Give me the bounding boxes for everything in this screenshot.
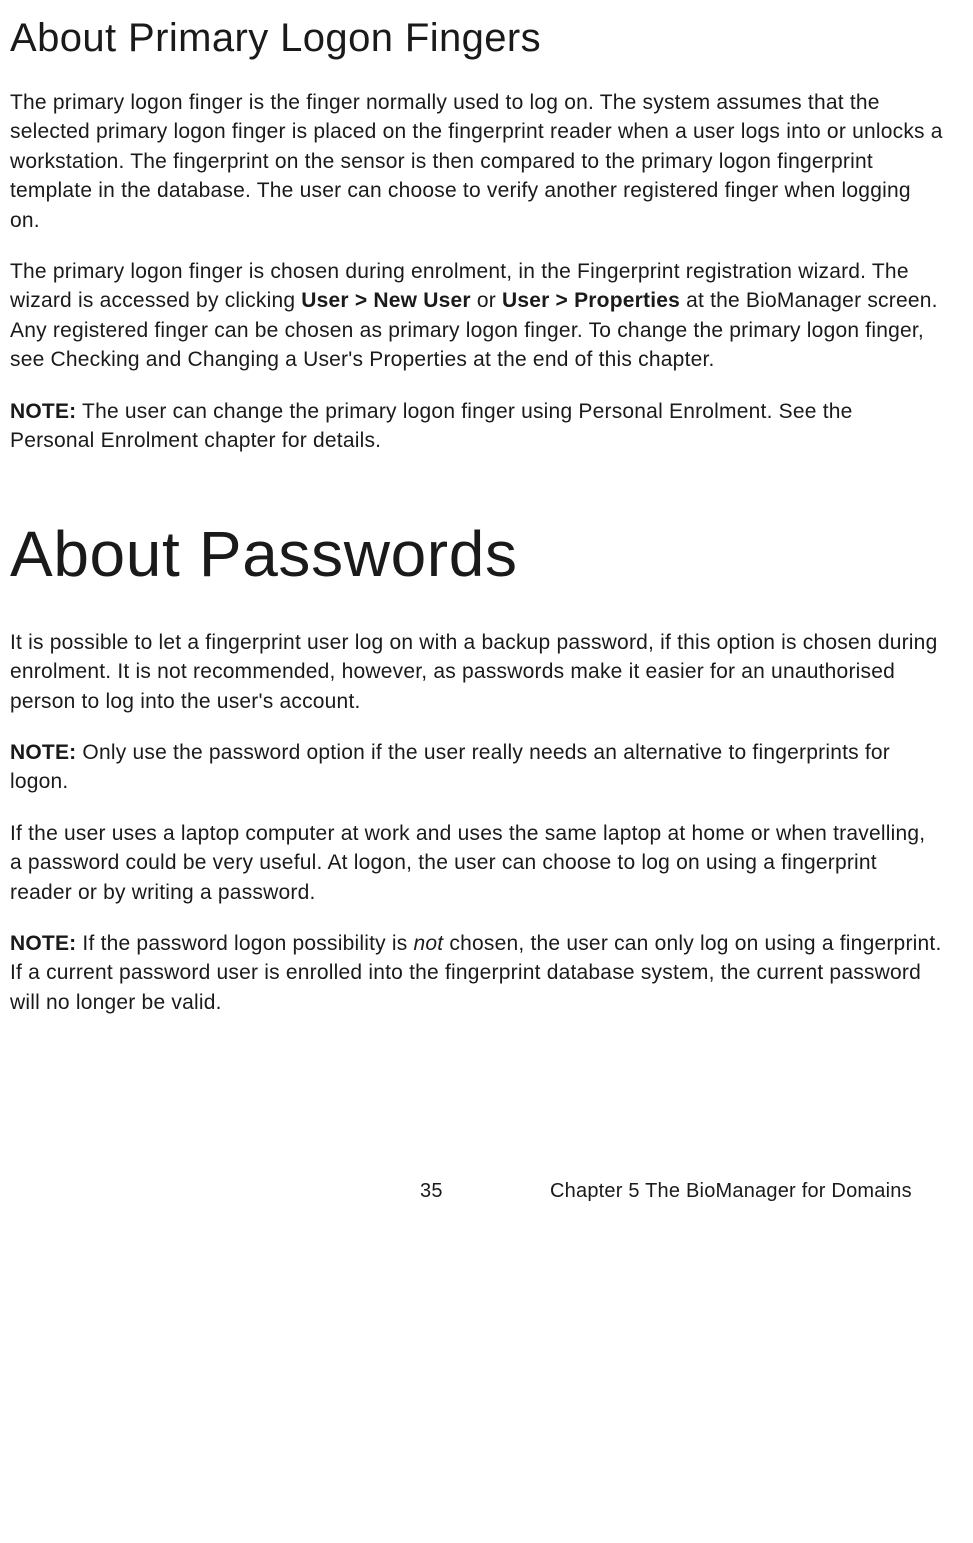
note-label: NOTE: [10, 400, 76, 423]
note-label: NOTE: [10, 932, 76, 955]
text-fragment: or [471, 289, 502, 312]
page-number: 35 [420, 1177, 443, 1205]
text-fragment: If the password logon possibility is [76, 932, 413, 955]
note-paragraph: NOTE: If the password logon possibility … [10, 929, 943, 1017]
note-text: The user can change the primary logon fi… [10, 400, 853, 452]
body-paragraph: If the user uses a laptop computer at wo… [10, 819, 943, 907]
section-heading-primary-logon: About Primary Logon Fingers [10, 10, 943, 66]
menu-path-text: User > Properties [502, 289, 680, 312]
emphasized-text: not [414, 932, 444, 955]
note-paragraph: NOTE: The user can change the primary lo… [10, 397, 943, 456]
body-paragraph: The primary logon finger is the finger n… [10, 88, 943, 235]
body-paragraph: The primary logon finger is chosen durin… [10, 257, 943, 375]
note-label: NOTE: [10, 741, 76, 764]
section-heading-passwords: About Passwords [10, 510, 943, 600]
chapter-label: Chapter 5 The BioManager for Domains [550, 1177, 912, 1205]
menu-path-text: User > New User [301, 289, 471, 312]
note-paragraph: NOTE: Only use the password option if th… [10, 738, 943, 797]
note-text: Only use the password option if the user… [10, 741, 890, 793]
body-paragraph: It is possible to let a fingerprint user… [10, 628, 943, 716]
